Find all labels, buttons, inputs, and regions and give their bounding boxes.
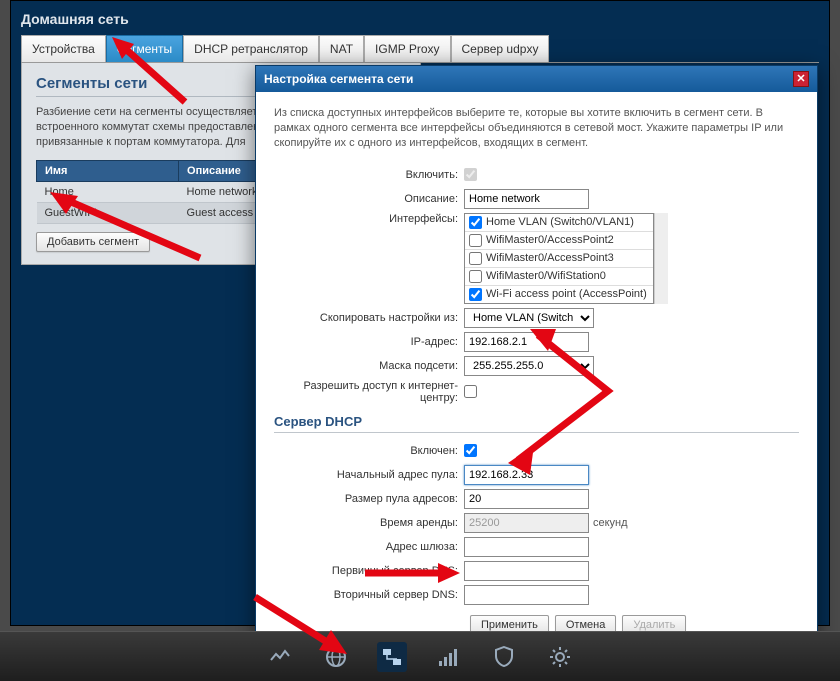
status-icon[interactable] (265, 642, 295, 672)
dhcp-enabled-label: Включен: (274, 445, 464, 457)
enable-label: Включить: (274, 169, 464, 181)
tab-nat[interactable]: NAT (319, 35, 364, 62)
modal-header: Настройка сегмента сети ✕ (256, 66, 817, 92)
lease-label: Время аренды: (274, 517, 464, 529)
pool-start-field[interactable] (464, 465, 589, 485)
dhcp-enabled-checkbox[interactable] (464, 444, 477, 457)
shield-icon[interactable] (489, 642, 519, 672)
modal-desc: Из списка доступных интерфейсов выберите… (274, 106, 799, 151)
ip-field[interactable] (464, 332, 589, 352)
tabs: Устройства Сегменты DHCP ретранслятор NA… (21, 35, 819, 63)
tab-udpxy[interactable]: Сервер udpxy (451, 35, 550, 62)
tab-dhcp-relay[interactable]: DHCP ретранслятор (183, 35, 319, 62)
pool-size-field[interactable] (464, 489, 589, 509)
interfaces-list[interactable]: Home VLAN (Switch0/VLAN1) WifiMaster0/Ac… (464, 213, 654, 304)
signal-icon[interactable] (433, 642, 463, 672)
mask-label: Маска подсети: (274, 360, 464, 372)
scrollbar[interactable] (654, 213, 668, 304)
bottom-toolbar (0, 631, 840, 681)
dhcp-title: Сервер DHCP (274, 414, 799, 433)
row-name: GuestWIFI (37, 202, 179, 223)
iface-checkbox[interactable] (469, 234, 482, 247)
interfaces-label: Интерфейсы: (274, 213, 464, 225)
modal-title: Настройка сегмента сети (264, 72, 413, 86)
iface-label: Home VLAN (Switch0/VLAN1) (486, 216, 634, 228)
copy-label: Скопировать настройки из: (274, 312, 464, 324)
list-item[interactable]: Wi-Fi access point (AccessPoint) (465, 286, 653, 303)
segment-settings-modal: Настройка сегмента сети ✕ Из списка дост… (255, 65, 818, 646)
iface-label: WifiMaster0/WifiStation0 (486, 270, 606, 282)
col-name: Имя (37, 160, 179, 181)
tab-igmp[interactable]: IGMP Proxy (364, 35, 450, 62)
iface-label: WifiMaster0/AccessPoint3 (486, 252, 614, 264)
iface-checkbox[interactable] (469, 270, 482, 283)
lease-unit: секунд (593, 517, 628, 529)
list-item[interactable]: WifiMaster0/AccessPoint2 (465, 232, 653, 250)
iface-checkbox[interactable] (469, 216, 482, 229)
iface-label: Wi-Fi access point (AccessPoint) (486, 288, 647, 300)
dns1-field[interactable] (464, 561, 589, 581)
lease-field (464, 513, 589, 533)
add-segment-button[interactable]: Добавить сегмент (36, 232, 150, 252)
page-title: Домашняя сеть (21, 11, 819, 27)
mask-select[interactable]: 255.255.255.0 (464, 356, 594, 376)
dns2-label: Вторичный сервер DNS: (274, 589, 464, 601)
gateway-label: Адрес шлюза: (274, 541, 464, 553)
network-icon[interactable] (377, 642, 407, 672)
iface-checkbox[interactable] (469, 252, 482, 265)
pool-start-label: Начальный адрес пула: (274, 469, 464, 481)
dns1-label: Первичный сервер DNS: (274, 565, 464, 577)
allow-label: Разрешить доступ к интернет-центру: (274, 380, 464, 404)
gear-icon[interactable] (545, 642, 575, 672)
gateway-field[interactable] (464, 537, 589, 557)
dns2-field[interactable] (464, 585, 589, 605)
list-item[interactable]: WifiMaster0/AccessPoint3 (465, 250, 653, 268)
close-icon[interactable]: ✕ (793, 71, 809, 87)
allow-checkbox[interactable] (464, 385, 477, 398)
row-name: Home (37, 181, 179, 202)
globe-icon[interactable] (321, 642, 351, 672)
tab-segments[interactable]: Сегменты (106, 35, 183, 62)
description-field[interactable] (464, 189, 589, 209)
tab-devices[interactable]: Устройства (21, 35, 106, 62)
copy-select[interactable]: Home VLAN (Switch0/VLAN1) (464, 308, 594, 328)
enable-checkbox (464, 168, 477, 181)
ip-label: IP-адрес: (274, 336, 464, 348)
list-item[interactable]: WifiMaster0/WifiStation0 (465, 268, 653, 286)
list-item[interactable]: Home VLAN (Switch0/VLAN1) (465, 214, 653, 232)
description-label: Описание: (274, 193, 464, 205)
iface-checkbox[interactable] (469, 288, 482, 301)
pool-size-label: Размер пула адресов: (274, 493, 464, 505)
iface-label: WifiMaster0/AccessPoint2 (486, 234, 614, 246)
